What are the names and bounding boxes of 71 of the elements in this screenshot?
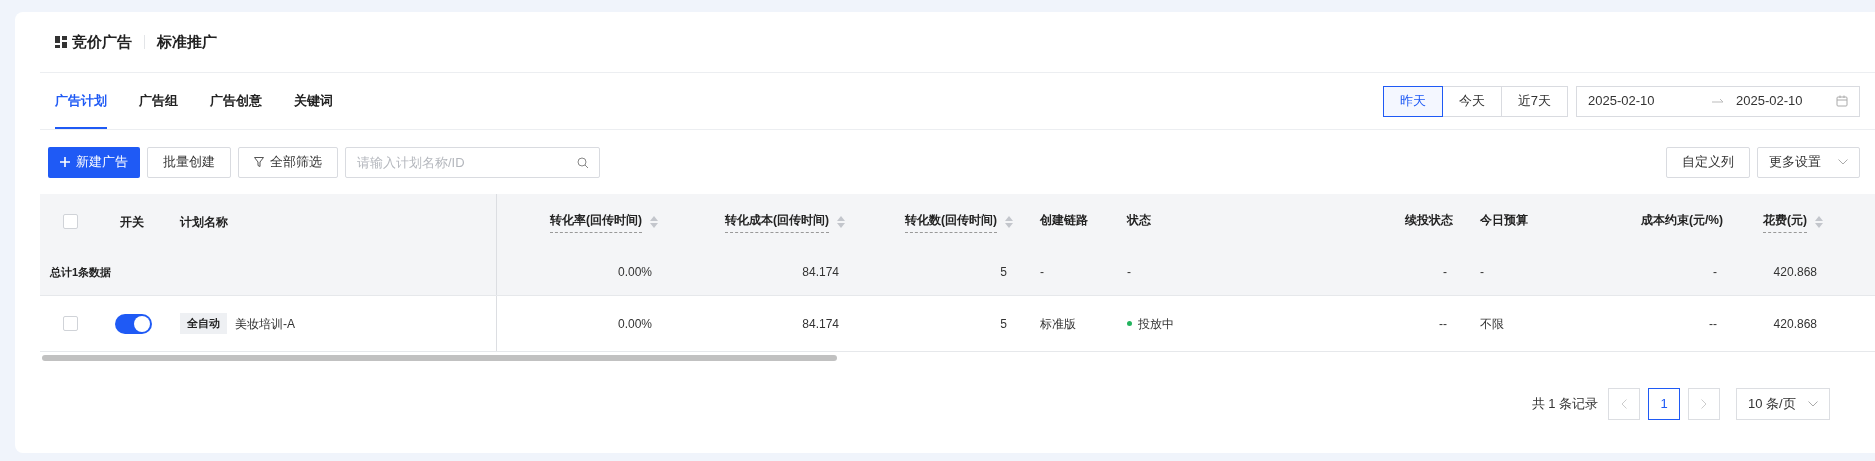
summary-label: 总计1条数据 [50,264,112,280]
table-cell-text: 不限 [1480,315,1504,333]
table-cell-text: - [1127,264,1131,281]
search-field[interactable]: 请输入计划名称/ID [345,146,600,178]
plus-icon [60,157,70,167]
page-title: 竞价广告 [72,31,132,52]
date-preset-button[interactable]: 昨天 [1382,85,1443,117]
search-icon [577,156,589,169]
table-cell-text: 420.868 [1773,315,1817,333]
plan-name: 美妆培训-A [235,315,295,333]
page-button[interactable]: 1 [1648,387,1680,420]
table-cell-text: 0.00% [617,315,652,333]
table-cell-text: 0.00% [617,264,652,281]
status-text: 投放中 [1138,315,1174,333]
end-date: 2025-02-10 [1736,92,1803,111]
mode-tag: 全自动 [180,313,227,334]
column-header: 转化数(回传时间) [905,210,997,233]
tab[interactable]: 广告组 [139,73,178,129]
column-header: 创建链路 [1040,212,1088,229]
batch-create-button[interactable]: 批量创建 [147,146,231,178]
table-cell-text: 84.174 [802,315,839,333]
page-subtitle: 标准推广 [157,31,217,52]
column-header: 转化率(回传时间) [550,210,642,233]
chevron-down-icon [1808,400,1818,407]
table-cell-text: 标准版 [1040,315,1076,333]
column-header: 花费(元) [1763,210,1807,233]
sort-icon[interactable] [1005,215,1013,228]
chevron-left-icon [1621,398,1627,409]
table-cell-text: 420.868 [1773,264,1817,281]
date-range-picker[interactable]: 2025-02-10 2025-02-10 [1576,85,1860,117]
arrow-icon [1712,98,1724,104]
column-header: 续投状态 [1405,212,1453,229]
page-size-select[interactable]: 10 条/页 [1736,387,1830,420]
table-cell-text: 84.174 [802,264,839,281]
tab[interactable]: 广告创意 [210,73,262,129]
new-ad-button[interactable]: 新建广告 [48,146,140,178]
start-date: 2025-02-10 [1588,92,1656,111]
date-preset-button[interactable]: 近7天 [1500,85,1568,117]
column-header: 转化成本(回传时间) [725,210,829,233]
table-cell-text: - [1480,264,1484,281]
tab[interactable]: 广告计划 [55,73,107,129]
calendar-icon [1836,95,1848,107]
table-cell-text: - [1040,264,1044,281]
column-header: 开关 [120,214,144,229]
sort-icon[interactable] [650,215,658,228]
filter-icon [254,157,264,167]
table-cell-text: -- [1709,315,1717,333]
column-header: 计划名称 [180,213,228,231]
table-cell-text: - [1443,264,1447,281]
chevron-right-icon [1701,398,1707,409]
date-preset-button[interactable]: 今天 [1441,85,1502,117]
column-header: 今日预算 [1480,212,1528,229]
table-cell-text: - [1713,264,1717,281]
grid-icon [55,36,67,48]
custom-columns-button[interactable]: 自定义列 [1666,146,1750,178]
column-header: 状态 [1127,212,1151,229]
tab[interactable]: 关键词 [294,73,333,129]
chevron-down-icon [1838,159,1848,165]
more-settings-select[interactable]: 更多设置 [1757,146,1860,178]
checkbox[interactable] [62,316,78,331]
toggle-switch[interactable] [115,313,152,334]
total-records: 共 1 条记录 [1531,394,1598,413]
table-cell-text: 5 [1000,315,1007,333]
table-cell-text: -- [1439,315,1447,333]
column-header: 成本约束(元/%) [1641,212,1723,229]
sort-icon[interactable] [837,215,845,228]
table-cell-text: 5 [1000,264,1007,281]
filter-button[interactable]: 全部筛选 [238,146,338,178]
checkbox[interactable] [62,214,78,229]
sort-icon[interactable] [1815,215,1823,228]
scrollbar-thumb[interactable] [42,355,837,361]
